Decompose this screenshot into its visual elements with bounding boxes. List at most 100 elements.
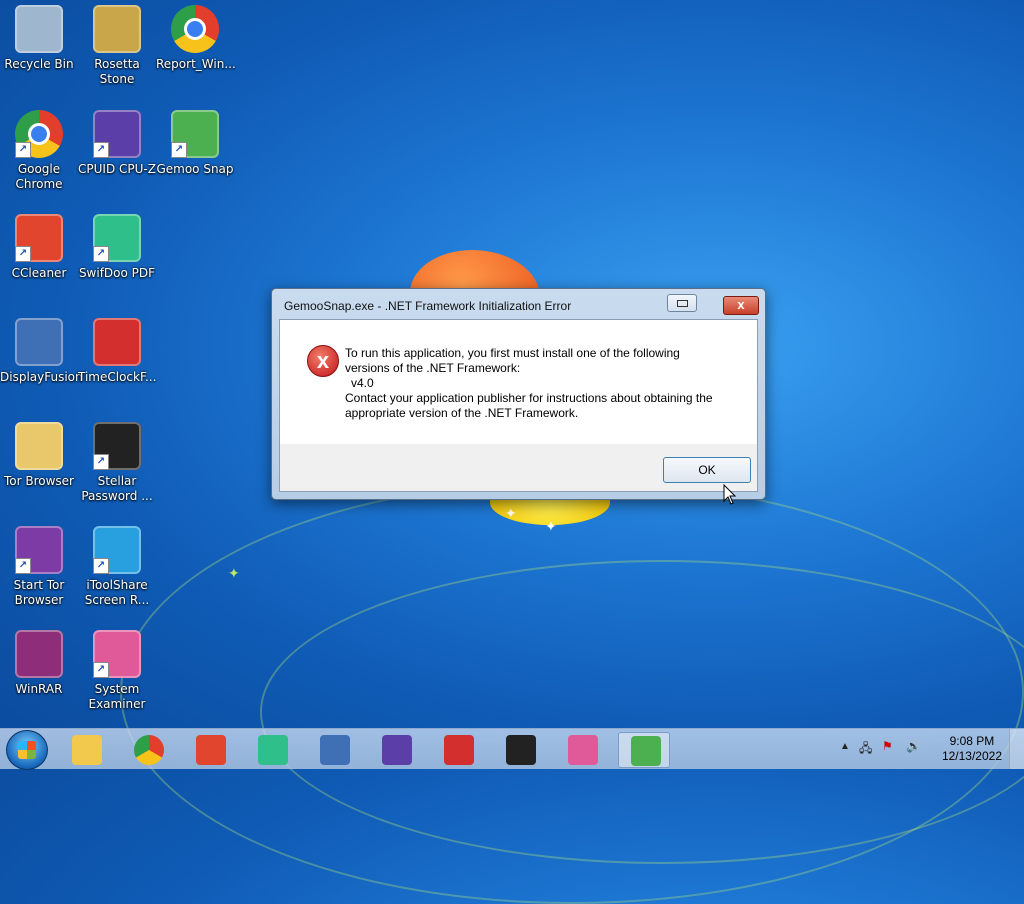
desktop-icon[interactable]: WinRAR [0, 630, 78, 697]
start-button[interactable] [6, 730, 48, 770]
shortcut-arrow-icon: ↗ [15, 142, 31, 158]
show-desktop-button[interactable] [1009, 729, 1024, 769]
taskbar-button[interactable] [432, 732, 482, 766]
desktop-icon[interactable]: ↗ Stellar Password ... [78, 422, 156, 504]
system-examiner-icon: ↗ [93, 630, 141, 678]
desktop-icon-label: DisplayFusion [0, 370, 83, 384]
taskbar: ▲ 🖧 ⚑ 🔊 9:08 PM 12/13/2022 [0, 728, 1024, 770]
rosetta-stone-icon [93, 5, 141, 53]
winrar-icon [15, 630, 63, 678]
desktop-icon[interactable]: TimeClockF... [78, 318, 156, 385]
shortcut-arrow-icon: ↗ [15, 558, 31, 574]
swifdoo-pdf-icon: ↗ [93, 214, 141, 262]
sparkle: ✦ [228, 565, 240, 581]
shortcut-arrow-icon: ↗ [15, 246, 31, 262]
itoolshare-icon: ↗ [93, 526, 141, 574]
shortcut-arrow-icon: ↗ [93, 142, 109, 158]
cpu-z-icon [382, 735, 412, 765]
windows-flag-icon [18, 741, 36, 759]
action-center-icon[interactable]: ⚑ [882, 739, 893, 753]
desktop-icon-label: Rosetta Stone [94, 57, 140, 86]
taskbar-button[interactable] [60, 732, 110, 766]
desktop-icon-label: System Examiner [88, 682, 146, 711]
desktop-icon-label: Report_Win... [156, 57, 236, 71]
gemoo-snap-icon: ↗ [171, 110, 219, 158]
clock[interactable]: 9:08 PM 12/13/2022 [942, 734, 1002, 764]
error-dialog: GemooSnap.exe - .NET Framework Initializ… [271, 288, 766, 500]
desktop-icon[interactable]: Rosetta Stone [78, 5, 156, 87]
ok-button[interactable]: OK [663, 457, 751, 483]
message-line: appropriate version of the .NET Framewor… [345, 406, 579, 420]
desktop-icon[interactable]: ↗ Google Chrome [0, 110, 78, 192]
desktop-icon-label: Recycle Bin [4, 57, 74, 71]
taskbar-button[interactable] [184, 732, 234, 766]
system-tray: ▲ 🖧 ⚑ 🔊 9:08 PM 12/13/2022 [834, 729, 1024, 769]
message-line: To run this application, you first must … [345, 346, 680, 360]
swifdoo-pdf-icon [258, 735, 288, 765]
shortcut-arrow-icon: ↗ [171, 142, 187, 158]
desktop-icon[interactable]: ↗ SwifDoo PDF [78, 214, 156, 281]
chrome-icon [134, 735, 164, 765]
desktop-icon[interactable]: ↗ iToolShare Screen R... [78, 526, 156, 608]
wallpaper-swoosh [260, 560, 1024, 864]
dialog-client: x To run this application, you first mus… [279, 319, 758, 492]
taskbar-button[interactable] [556, 732, 606, 766]
tor-browser-icon: ↗ [15, 526, 63, 574]
mouse-cursor-icon [723, 484, 737, 505]
ccleaner-icon [196, 735, 226, 765]
shortcut-arrow-icon: ↗ [93, 246, 109, 262]
taskbar-button[interactable] [246, 732, 296, 766]
clock-date: 12/13/2022 [941, 749, 1002, 763]
network-icon[interactable]: 🖧 [859, 739, 872, 760]
desktop-icon[interactable]: ↗ Start Tor Browser [0, 526, 78, 608]
timeclock-icon [444, 735, 474, 765]
message-area: x To run this application, you first mus… [280, 320, 757, 444]
timeclock-icon [93, 318, 141, 366]
desktop-icon-label: CPUID CPU-Z [78, 162, 156, 176]
desktop-icon-label: iToolShare Screen R... [84, 578, 150, 607]
message-line: v4.0 [351, 376, 374, 390]
displayfusion-icon [320, 735, 350, 765]
desktop-icon[interactable]: DisplayFusion [0, 318, 83, 385]
chrome-icon: ↗ [15, 110, 63, 158]
tor-folder-icon [15, 422, 63, 470]
desktop-icon-label: Tor Browser [3, 474, 74, 488]
stellar-password-icon: ↗ [93, 422, 141, 470]
desktop-icon-label: Start Tor Browser [13, 578, 65, 607]
desktop-icon[interactable]: ↗ System Examiner [78, 630, 156, 712]
taskbar-button[interactable] [494, 732, 544, 766]
taskbar-button[interactable] [122, 732, 172, 766]
desktop-icon-label: CCleaner [11, 266, 67, 280]
desktop-icon[interactable]: ↗ CPUID CPU-Z [78, 110, 156, 177]
taskbar-button[interactable] [370, 732, 420, 766]
message-line: Contact your application publisher for i… [345, 391, 713, 405]
error-message: To run this application, you first must … [345, 346, 745, 421]
gemoo-snap-icon [631, 736, 661, 766]
shortcut-arrow-icon: ↗ [93, 662, 109, 678]
system-examiner-icon [568, 735, 598, 765]
error-icon: x [307, 345, 339, 377]
taskbar-button[interactable] [308, 732, 358, 766]
desktop-icon-label: TimeClockF... [78, 370, 157, 384]
desktop-icon[interactable]: Report_Win... [156, 5, 236, 72]
desktop-icon[interactable]: Recycle Bin [0, 5, 78, 72]
close-button[interactable]: x [723, 296, 759, 315]
displayfusion-icon [15, 318, 63, 366]
desktop-icon[interactable]: ↗ CCleaner [0, 214, 78, 281]
recycle-bin-icon [15, 5, 63, 53]
taskbar-button[interactable] [618, 732, 670, 768]
restore-button[interactable] [667, 294, 697, 312]
stellar-password-icon [506, 735, 536, 765]
ccleaner-icon: ↗ [15, 214, 63, 262]
dialog-title: GemooSnap.exe - .NET Framework Initializ… [284, 299, 572, 313]
clock-time: 9:08 PM [949, 734, 995, 748]
cpu-z-icon: ↗ [93, 110, 141, 158]
explorer-icon [72, 735, 102, 765]
volume-icon[interactable]: 🔊 [906, 739, 921, 753]
shortcut-arrow-icon: ↗ [93, 454, 109, 470]
sparkle: ✦ [505, 505, 517, 521]
desktop-icon[interactable]: ↗ Gemoo Snap [156, 110, 234, 177]
desktop-icon[interactable]: Tor Browser [0, 422, 78, 489]
desktop-icon-label: Stellar Password ... [81, 474, 153, 503]
tray-expand-icon[interactable]: ▲ [840, 741, 850, 752]
